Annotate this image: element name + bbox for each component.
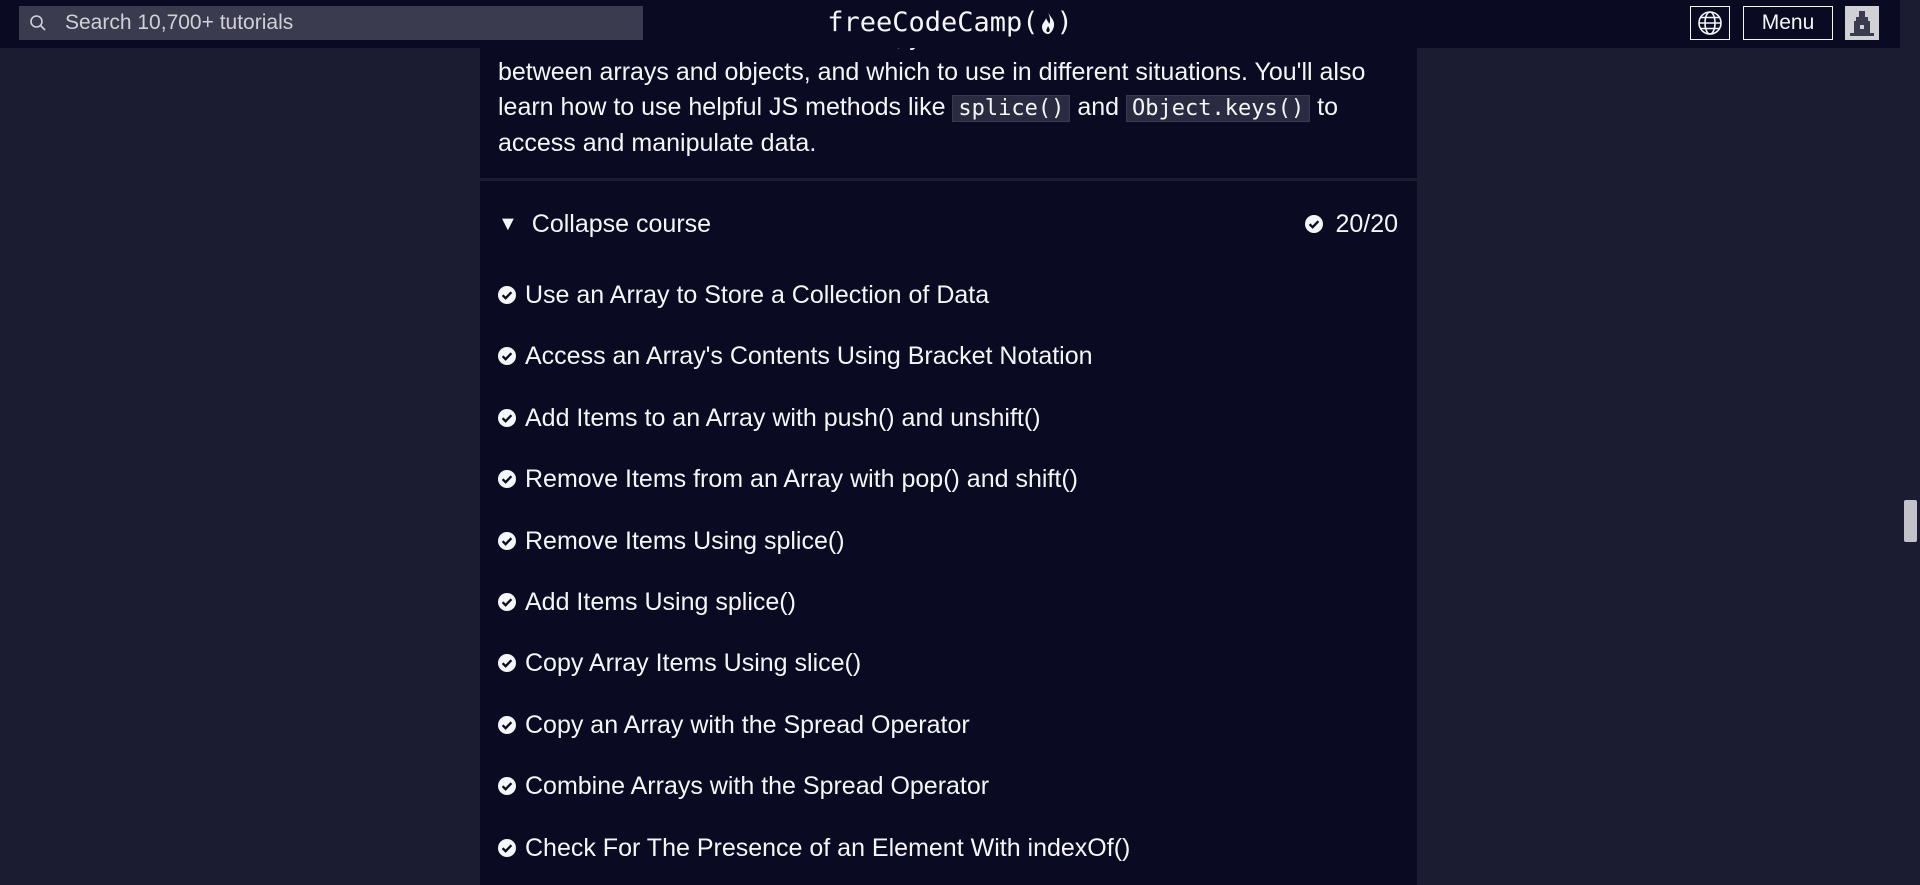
description-text: learn how to use helpful JS methods like [498, 93, 953, 121]
list-item: Copy an Array with the Spread Operator [498, 705, 1398, 766]
check-circle-icon [498, 347, 516, 366]
check-circle-icon [498, 531, 516, 550]
search-icon [30, 15, 46, 31]
description-text: and [1070, 93, 1126, 121]
lesson-link[interactable]: Add Items to an Array with push() and un… [525, 398, 1041, 438]
check-circle-icon [498, 470, 516, 489]
list-item: Use an Array to Store a Collection of Da… [498, 275, 1398, 336]
lesson-link[interactable]: Remove Items from an Array with pop() an… [525, 459, 1078, 499]
course-panel: In this Basic Data Structures course, yo… [480, 0, 1417, 885]
lesson-link[interactable]: Access an Array's Contents Using Bracket… [525, 336, 1093, 376]
avatar[interactable] [1845, 6, 1879, 40]
lesson-link[interactable]: Add Items Using splice() [525, 582, 796, 622]
flame-icon [1039, 8, 1057, 46]
lesson-link[interactable]: Check For The Presence of an Element Wit… [525, 828, 1130, 868]
description-line: access and manipulate data. [498, 129, 817, 157]
check-circle-icon [1305, 215, 1324, 233]
check-circle-icon [498, 654, 516, 673]
collapse-course-toggle[interactable]: ▼ Collapse course 20/20 [498, 204, 1398, 244]
list-item: Combine Arrays with the Spread Operator [498, 766, 1398, 827]
divider [480, 178, 1417, 181]
check-circle-icon [498, 286, 516, 304]
brand-close: ) [1056, 7, 1073, 38]
language-button[interactable] [1690, 6, 1730, 40]
check-circle-icon [498, 715, 516, 734]
description-line: learn how to use helpful JS methods like… [498, 90, 1398, 126]
list-item: Add Items to an Array with push() and un… [498, 398, 1398, 459]
check-circle-icon [498, 777, 516, 796]
lesson-link[interactable]: Copy an Array with the Spread Operator [525, 705, 970, 745]
list-item: Add Items Using splice() [498, 582, 1398, 643]
lesson-link[interactable]: Remove Items Using splice() [525, 521, 845, 561]
user-avatar-icon [1845, 6, 1879, 40]
page-scrollbar[interactable] [1900, 0, 1920, 885]
code-splice: splice() [952, 95, 1071, 122]
brand-logo-link[interactable]: freeCodeCamp() [827, 4, 1073, 46]
description-line: between arrays and objects, and which to… [498, 58, 1366, 86]
description-text: to [1310, 93, 1338, 121]
list-item: Access an Array's Contents Using Bracket… [498, 336, 1398, 397]
list-item: Remove Items from an Array with pop() an… [498, 459, 1398, 520]
scrollbar-thumb[interactable] [1904, 500, 1917, 542]
caret-down-icon: ▼ [498, 212, 518, 235]
lesson-link[interactable]: Combine Arrays with the Spread Operator [525, 766, 989, 806]
lesson-list: Use an Array to Store a Collection of Da… [498, 275, 1398, 885]
check-circle-icon [498, 592, 516, 611]
check-circle-icon [498, 408, 516, 427]
list-item: Remove Items Using splice() [498, 521, 1398, 582]
brand-text: freeCodeCamp( [827, 7, 1039, 38]
collapse-course-button[interactable]: ▼ Collapse course [498, 210, 711, 239]
check-circle-icon [498, 838, 516, 857]
search-input[interactable] [63, 10, 607, 36]
progress-count: 20/20 [1335, 209, 1398, 238]
code-object-keys: Object.keys() [1126, 95, 1311, 122]
list-item: Check For The Presence of an Element Wit… [498, 828, 1398, 885]
course-progress: 20/20 [1305, 210, 1398, 239]
top-navbar: freeCodeCamp() Menu [0, 0, 1900, 48]
collapse-course-label: Collapse course [531, 209, 712, 238]
menu-button[interactable]: Menu [1743, 6, 1833, 40]
lesson-link[interactable]: Use an Array to Store a Collection of Da… [525, 275, 989, 315]
globe-icon [1698, 11, 1722, 35]
list-item: Copy Array Items Using slice() [498, 643, 1398, 704]
lesson-link[interactable]: Copy Array Items Using slice() [525, 643, 861, 683]
search-box[interactable] [19, 6, 643, 40]
